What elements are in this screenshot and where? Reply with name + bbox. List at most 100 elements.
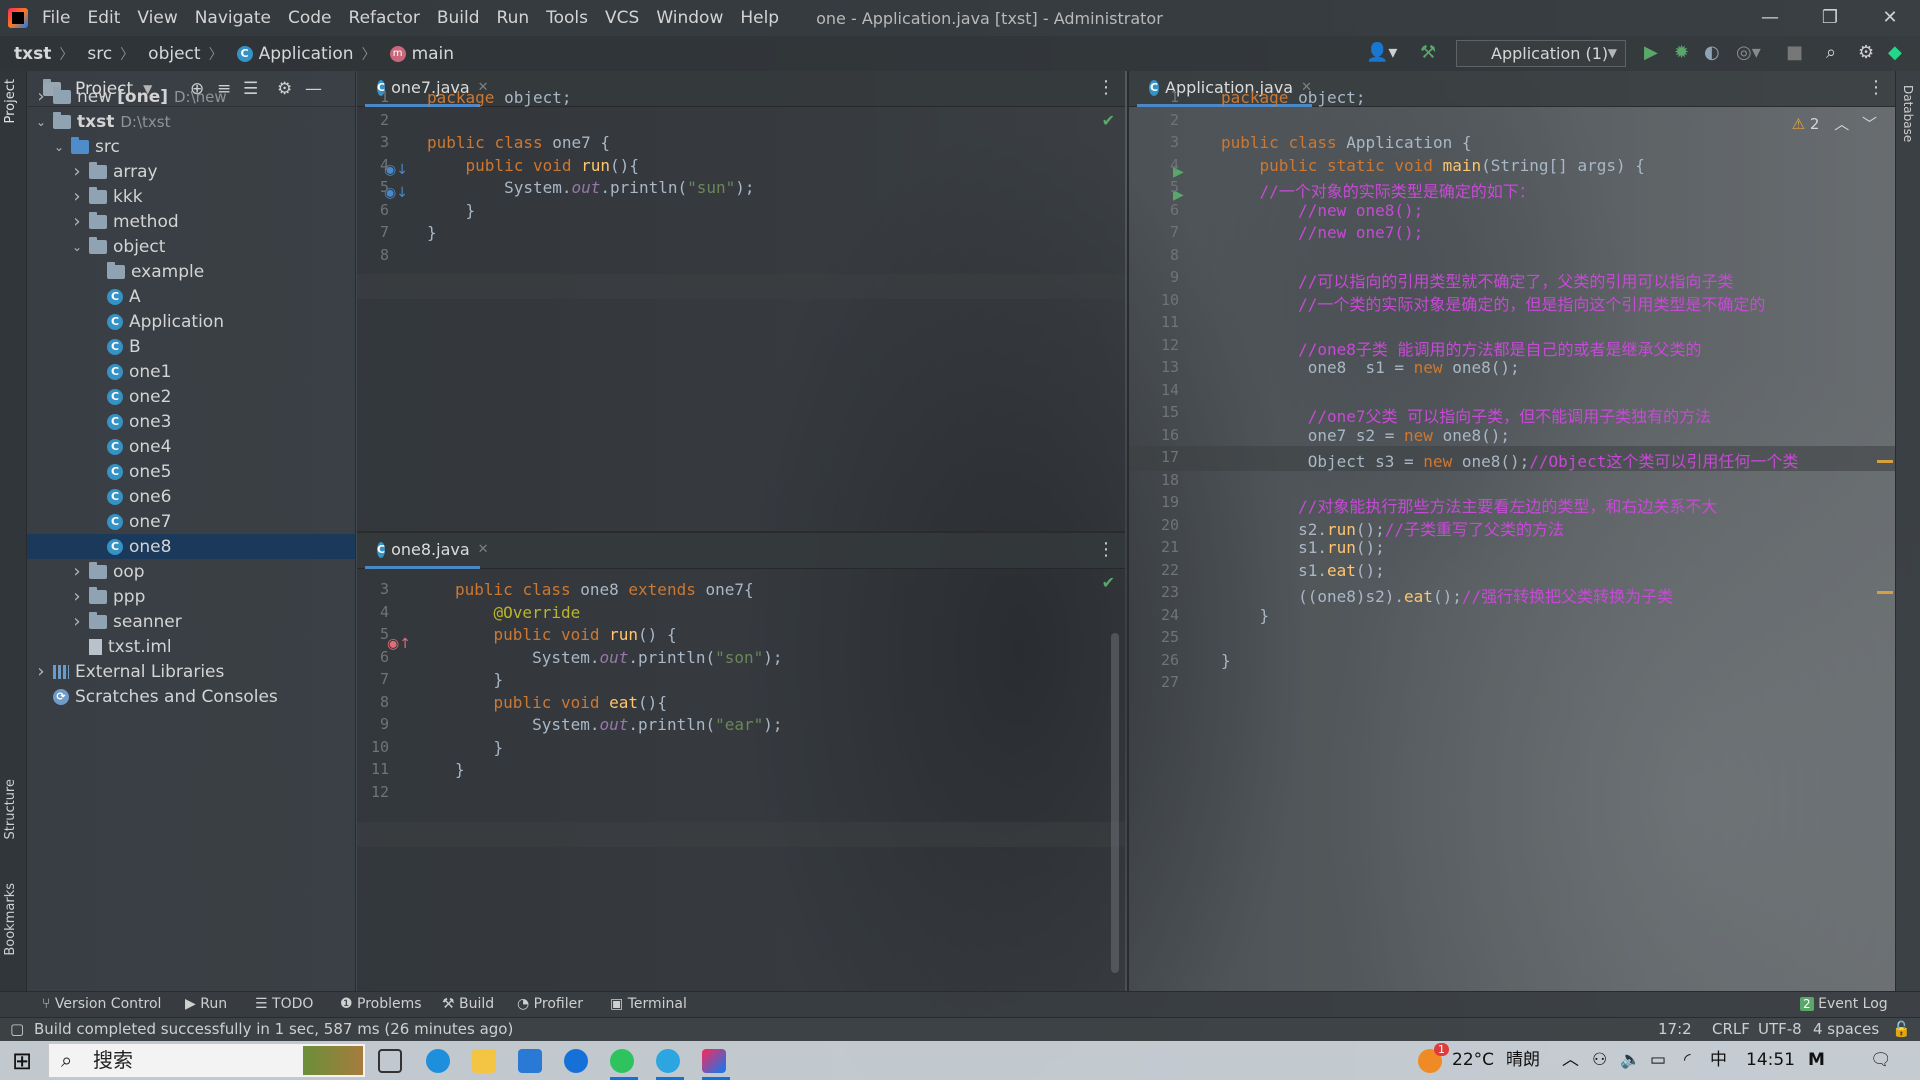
code-line[interactable]: one8 s1 = new one8(); — [1221, 358, 1520, 377]
chevron-down-icon[interactable]: ⌄ — [33, 115, 49, 129]
breadcrumb-main[interactable]: m main — [389, 44, 454, 64]
menu-help[interactable]: Help — [740, 8, 779, 28]
terminal-tool[interactable]: ▣ Terminal — [610, 996, 687, 1012]
code-line[interactable]: package object; — [1221, 88, 1366, 107]
menu-vcs[interactable]: VCS — [605, 8, 639, 28]
menu-edit[interactable]: Edit — [87, 8, 120, 28]
code-line[interactable]: s1.run(); — [1221, 538, 1385, 557]
code-line[interactable]: //one7父类 可以指向子类，但不能调用子类独有的方法 — [1221, 403, 1711, 427]
event-log-tool[interactable]: 2 Event Log — [1800, 996, 1888, 1012]
chevron-up-icon[interactable]: ︿ — [1834, 115, 1849, 133]
close-button[interactable]: ✕ — [1860, 0, 1920, 36]
breadcrumb-object[interactable]: object 〉 — [148, 44, 222, 64]
tree-item-txst[interactable]: ⌄ txst D:\txst — [27, 109, 355, 134]
bookmarks-tool-tab[interactable]: Bookmarks — [3, 883, 18, 956]
structure-tool-tab[interactable]: Structure — [3, 779, 18, 839]
warning-marker[interactable] — [1877, 460, 1893, 463]
toolbox-icon[interactable]: ◆ — [1888, 42, 1902, 63]
code-line[interactable]: @Override — [455, 603, 581, 622]
build-hammer-icon[interactable]: ⚒ — [1420, 42, 1436, 63]
mail-icon[interactable] — [518, 1049, 542, 1073]
search-icon[interactable]: ⌕ — [1826, 42, 1836, 63]
code-line[interactable]: Object s3 = new one8();//Object这个类可以引用任何… — [1221, 448, 1799, 472]
chevron-right-icon[interactable]: › — [69, 211, 85, 232]
chevron-right-icon[interactable]: › — [33, 86, 49, 107]
menu-navigate[interactable]: Navigate — [195, 8, 271, 28]
database-tool-tab[interactable]: Database — [1901, 85, 1915, 142]
input-mode-icon[interactable]: M — [1808, 1041, 1825, 1080]
user-icon[interactable]: 👤▾ — [1366, 42, 1397, 63]
tree-item-new[interactable]: › new [one] D:\new — [27, 84, 355, 109]
input-method[interactable]: 中 — [1710, 1041, 1727, 1080]
code-line[interactable]: System.out.println("son"); — [455, 648, 782, 667]
chevron-down-icon[interactable]: ﹀ — [1862, 115, 1877, 133]
code-line[interactable]: public void run(){ — [427, 156, 639, 175]
profiler-tool[interactable]: ◔ Profiler — [517, 996, 583, 1012]
line-separator[interactable]: CRLF — [1712, 1020, 1750, 1038]
menu-run[interactable]: Run — [497, 8, 530, 28]
code-line[interactable]: //new one8(); — [1221, 201, 1423, 220]
code-line[interactable]: } — [1221, 606, 1270, 625]
intellij-taskbar-icon[interactable] — [702, 1049, 726, 1073]
chevron-right-icon[interactable]: › — [69, 161, 85, 182]
indent-setting[interactable]: 4 spaces — [1813, 1020, 1879, 1038]
code-line[interactable]: //对象能执行那些方法主要看左边的类型，和右边关系不大 — [1221, 493, 1717, 517]
chevron-right-icon[interactable]: › — [69, 586, 85, 607]
warning-marker[interactable] — [1877, 591, 1893, 594]
more-options-icon[interactable]: ⋮ — [1097, 77, 1115, 98]
tree-item-kkk[interactable]: › kkk — [27, 184, 355, 209]
code-line[interactable]: package object; — [427, 88, 572, 107]
tab-one8[interactable]: C one8.java ✕ — [365, 533, 489, 569]
tray-expand-icon[interactable]: ︿ — [1562, 1041, 1579, 1080]
code-line[interactable]: } — [455, 760, 465, 779]
task-view-icon[interactable] — [378, 1049, 402, 1073]
code-line[interactable]: one7 s2 = new one8(); — [1221, 426, 1510, 445]
inspection-widget[interactable]: ⚠ 2 ︿ ﹀ — [1792, 113, 1877, 134]
restore-button[interactable]: ❐ — [1800, 0, 1860, 36]
build-tool[interactable]: ⚒ Build — [442, 996, 494, 1012]
code-line[interactable]: //可以指向的引用类型就不确定了，父类的引用可以指向子类 — [1221, 268, 1733, 292]
status-bar-toggle-icon[interactable]: ▢ — [10, 1020, 24, 1038]
vertical-scrollbar[interactable] — [1111, 633, 1119, 973]
tree-item-one1[interactable]: Cone1 — [27, 359, 355, 384]
app-blue-icon[interactable] — [564, 1049, 588, 1073]
chevron-right-icon[interactable]: › — [33, 661, 49, 682]
menu-file[interactable]: File — [42, 8, 70, 28]
wechat-icon[interactable] — [610, 1049, 634, 1073]
code-line[interactable]: } — [427, 201, 476, 220]
tree-item-src[interactable]: ⌄ src — [27, 134, 355, 159]
chevron-down-icon[interactable]: ⌄ — [69, 240, 85, 254]
tree-item-one2[interactable]: Cone2 — [27, 384, 355, 409]
code-line[interactable]: s1.eat(); — [1221, 561, 1385, 580]
code-line[interactable]: public class Application { — [1221, 133, 1471, 152]
project-tool-tab[interactable]: Project — [3, 79, 18, 123]
run-tool[interactable]: ▶ Run — [185, 996, 227, 1012]
tree-item-one6[interactable]: Cone6 — [27, 484, 355, 509]
tree-item-a[interactable]: CA — [27, 284, 355, 309]
gear-icon[interactable]: ⚙ — [1858, 42, 1874, 63]
lock-icon[interactable]: 🔓 — [1892, 1020, 1911, 1038]
windows-start-icon[interactable]: ⊞ — [12, 1047, 32, 1075]
breadcrumb-src[interactable]: src 〉 — [87, 44, 134, 64]
coverage-icon[interactable]: ◐ — [1704, 42, 1720, 63]
menu-code[interactable]: Code — [288, 8, 332, 28]
code-line[interactable]: } — [455, 670, 504, 689]
breadcrumb-txst[interactable]: txst 〉 — [14, 44, 73, 64]
tree-item-array[interactable]: › array — [27, 159, 355, 184]
todo-tool[interactable]: ☰ TODO — [255, 996, 313, 1012]
code-line[interactable]: //一个类的实际对象是确定的，但是指向这个引用类型是不确定的 — [1221, 291, 1765, 315]
tree-item-ppp[interactable]: › ppp — [27, 584, 355, 609]
tree-item-b[interactable]: CB — [27, 334, 355, 359]
chevron-down-icon[interactable]: ⌄ — [51, 140, 67, 154]
run-icon[interactable]: ▶ — [1644, 42, 1658, 63]
tree-item-method[interactable]: › method — [27, 209, 355, 234]
close-tab-icon[interactable]: ✕ — [478, 542, 489, 557]
breadcrumb-application[interactable]: C Application 〉 — [236, 44, 376, 64]
tree-item-application[interactable]: C Application — [27, 309, 355, 334]
tree-item-example[interactable]: example — [27, 259, 355, 284]
code-line[interactable]: public void run() { — [455, 625, 677, 644]
tree-item-one7[interactable]: Cone7 — [27, 509, 355, 534]
menu-window[interactable]: Window — [656, 8, 723, 28]
file-explorer-icon[interactable] — [472, 1049, 496, 1073]
problems-tool[interactable]: ❶ Problems — [340, 996, 422, 1012]
